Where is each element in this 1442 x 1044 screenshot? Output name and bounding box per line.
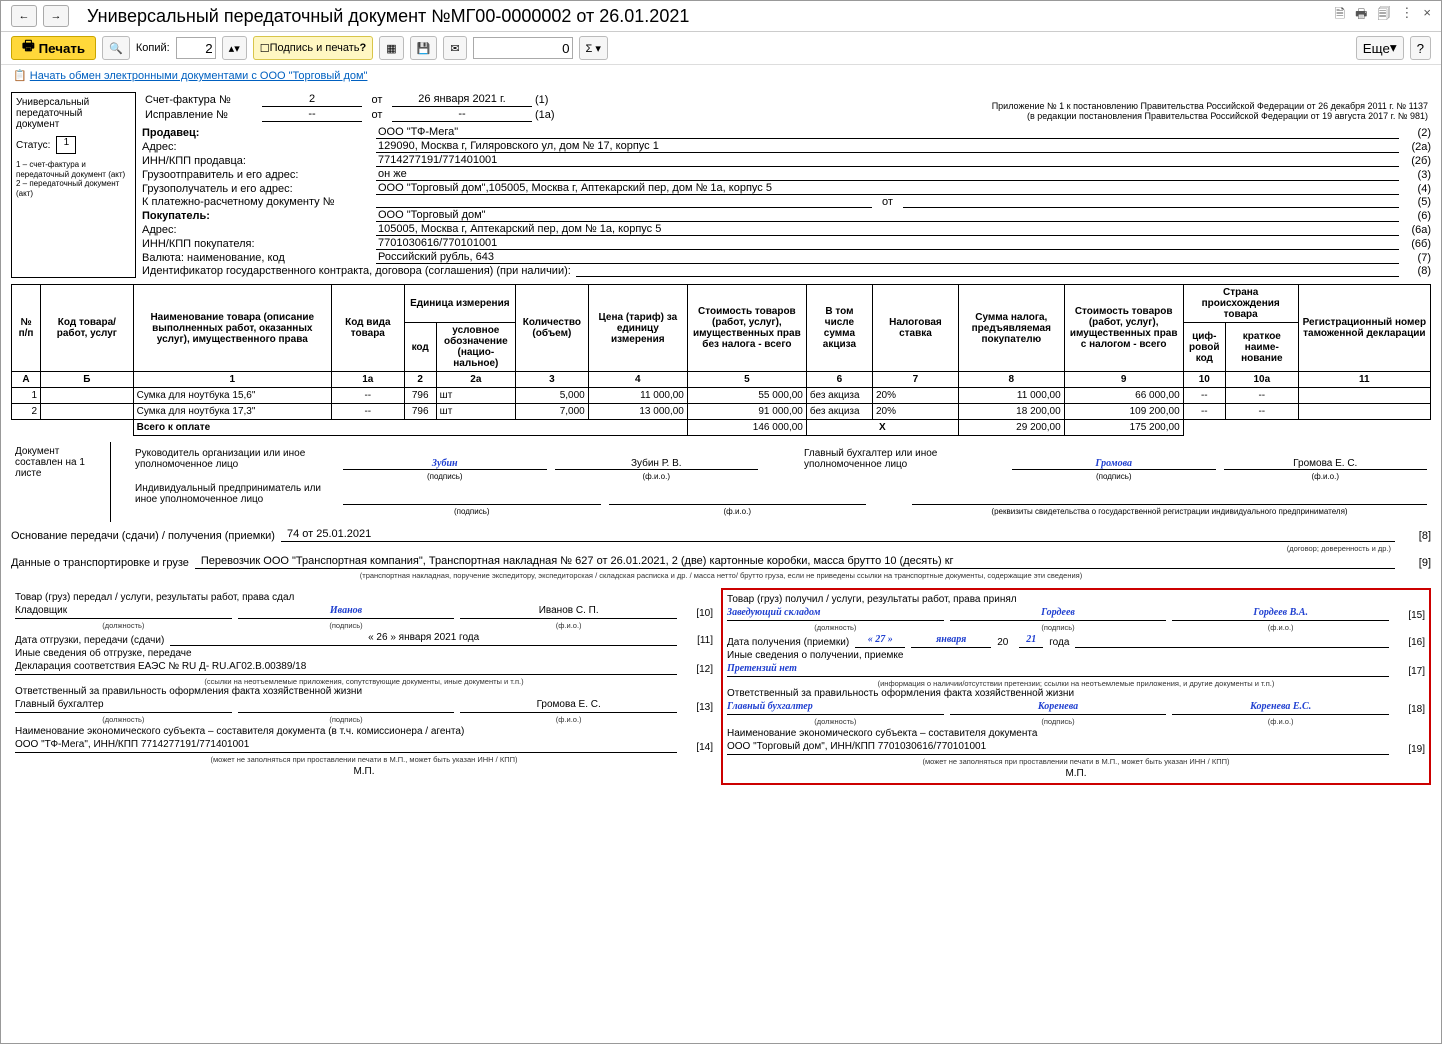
total-sum: 175 200,00: [1064, 420, 1183, 436]
sender-block: Товар (груз) передал / услуги, результат…: [11, 588, 717, 785]
help-button[interactable]: ?: [1410, 36, 1431, 60]
print-button[interactable]: 🖶 Печать: [11, 36, 96, 60]
invoice-label: Счет-фактура №: [142, 92, 262, 107]
head-name: Зубин Р. В.: [555, 458, 759, 470]
toolbar: 🖶 Печать 🔍 Копий: ▴▾ ☐ Подпись и печать …: [1, 32, 1441, 65]
sheet-icon[interactable]: ▦: [379, 36, 403, 60]
save-icon[interactable]: 💾: [410, 36, 438, 60]
total-tax: 29 200,00: [958, 420, 1064, 436]
status-label: Статус:: [16, 140, 50, 151]
basis-label: Основание передачи (сдачи) / получения (…: [11, 530, 275, 542]
head-label: Руководитель организации или иное уполно…: [135, 448, 335, 470]
more-button[interactable]: Еще ▾: [1356, 36, 1404, 60]
save-doc-icon[interactable]: 🗎: [1335, 5, 1345, 27]
info-icon: 📋: [13, 70, 27, 82]
basis-value: 74 от 25.01.2021: [281, 528, 1395, 542]
invoice-no: 2: [262, 92, 362, 107]
titlebar: ← → Универсальный передаточный документ …: [1, 1, 1441, 32]
items-table: № п/п Код товара/ работ, услуг Наименова…: [11, 284, 1431, 436]
invoice-date: 26 января 2021 г.: [392, 92, 532, 107]
receiver-block: Товар (груз) получил / услуги, результат…: [721, 588, 1431, 785]
acct-label: Главный бухгалтер или иное уполномоченно…: [804, 448, 1004, 470]
back-button[interactable]: ←: [11, 5, 37, 27]
doc-type-box: Универсальный передаточный документ Стат…: [11, 92, 136, 278]
num-input[interactable]: [473, 37, 573, 59]
acct-sig: Громова: [1012, 458, 1216, 470]
acct-name: Громова Е. С.: [1224, 458, 1428, 470]
mail-icon[interactable]: ✉: [443, 36, 466, 60]
zoom-icon[interactable]: 🔍: [102, 36, 130, 60]
copies-label: Копий:: [136, 42, 170, 54]
close-icon[interactable]: ×: [1423, 5, 1431, 27]
sigma-button[interactable]: Σ ▾: [579, 36, 608, 60]
preview-icon[interactable]: 🗐: [1377, 5, 1390, 27]
status-note: 1 – счет-фактура и передаточный документ…: [16, 160, 131, 198]
window-title: Универсальный передаточный документ №МГ0…: [87, 6, 1329, 27]
total-cost: 146 000,00: [687, 420, 806, 436]
forward-button[interactable]: →: [43, 5, 69, 27]
legal-note: Приложение № 1 к постановлению Правитель…: [562, 92, 1431, 122]
copies-stepper[interactable]: ▴▾: [222, 36, 247, 60]
head-sig: Зубин: [343, 458, 547, 470]
correction-label: Исправление №: [142, 107, 262, 122]
status-value: 1: [56, 136, 76, 154]
exchange-link[interactable]: Начать обмен электронными документами с …: [30, 70, 368, 82]
ip-label: Индивидуальный предприниматель или иное …: [135, 483, 335, 505]
print-icon[interactable]: 🖶: [1355, 5, 1367, 27]
more-icon[interactable]: ⋮: [1400, 5, 1413, 27]
copies-input[interactable]: [176, 37, 216, 59]
transport-label: Данные о транспортировке и грузе: [11, 557, 189, 569]
transport-value: Перевозчик ООО "Транспортная компания", …: [195, 555, 1395, 569]
total-label: Всего к оплате: [133, 420, 687, 436]
sign-print-toggle[interactable]: ☐ Подпись и печать ?: [253, 36, 373, 60]
doc-pages: Документ составлен на 1 листе: [11, 442, 111, 522]
